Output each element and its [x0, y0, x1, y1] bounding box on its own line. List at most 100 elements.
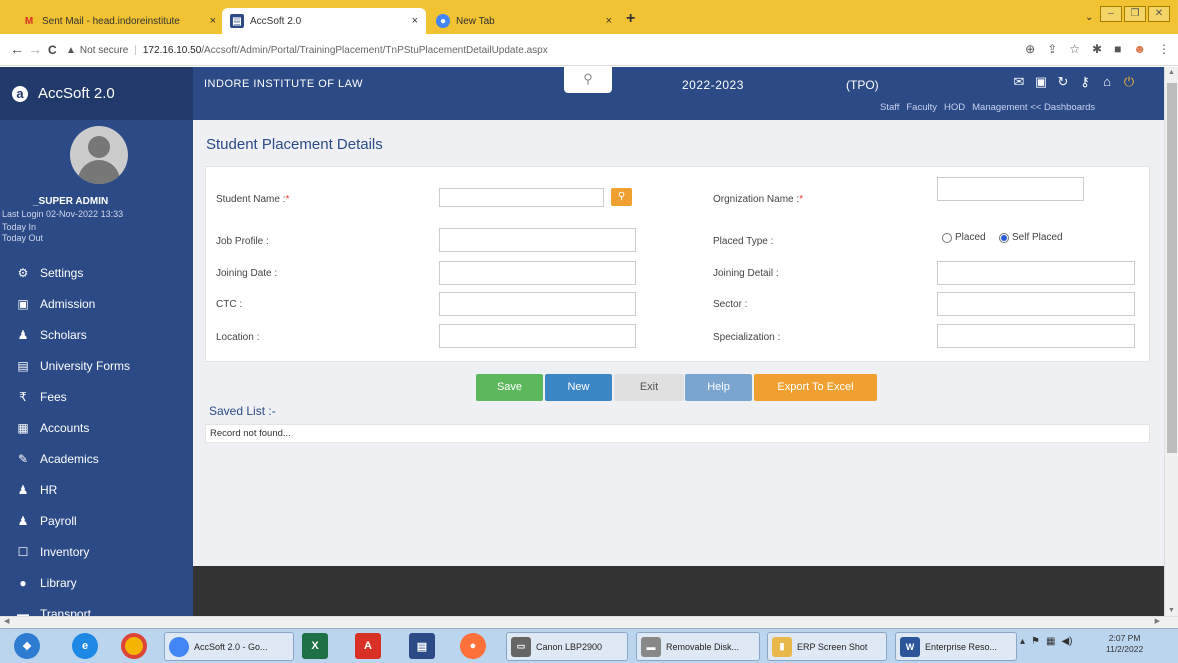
org-name-input[interactable]: [937, 177, 1084, 201]
star-icon[interactable]: ☆: [1069, 42, 1080, 56]
mail-icon[interactable]: ✉: [1011, 74, 1027, 90]
clock-date: 11/2/2022: [1106, 644, 1144, 654]
dashboard-link-faculty[interactable]: Faculty: [906, 102, 937, 113]
sidebar-item-university-forms[interactable]: ▤ University Forms: [0, 350, 193, 381]
maximize-icon[interactable]: ❐: [1124, 6, 1146, 22]
acrobat-icon[interactable]: A: [355, 633, 381, 659]
job-profile-label: Job Profile :: [216, 236, 269, 247]
extension-icon[interactable]: ✱: [1092, 42, 1102, 56]
scrollbar-thumb[interactable]: [1167, 83, 1177, 453]
close-window-icon[interactable]: ✕: [1148, 6, 1170, 22]
vertical-scrollbar[interactable]: ▲ ▼: [1164, 67, 1178, 616]
tab-new-tab[interactable]: ● New Tab ×: [428, 8, 620, 34]
url-field[interactable]: ▲ Not secure | 172.16.10.50 /Accsoft/Adm…: [66, 40, 966, 60]
student-name-input[interactable]: [439, 188, 604, 207]
joining-date-input[interactable]: [439, 261, 636, 285]
export-to-excel-button[interactable]: Export To Excel: [754, 374, 877, 401]
radio-self-placed[interactable]: Self Placed: [999, 232, 1063, 243]
key-icon[interactable]: ⚷: [1077, 74, 1093, 90]
admission-icon: ▣: [17, 296, 29, 311]
sidebar-item-library[interactable]: ● Library: [0, 567, 193, 598]
system-tray: ▴ ⚑ ▦ ◀): [1020, 636, 1072, 647]
specialization-input[interactable]: [937, 324, 1135, 348]
tab-gmail[interactable]: M Sent Mail - head.indoreinstitute ×: [14, 8, 224, 34]
sidebar-item-academics[interactable]: ✎ Academics: [0, 443, 193, 474]
save-button[interactable]: Save: [476, 374, 543, 401]
sidebar-item-inventory[interactable]: ☐ Inventory: [0, 536, 193, 567]
job-profile-input[interactable]: [439, 228, 636, 252]
new-button[interactable]: New: [545, 374, 612, 401]
scroll-left-icon[interactable]: ◀: [4, 617, 9, 625]
dashboard-link-staff[interactable]: Staff: [880, 102, 899, 113]
dashboard-link-hod[interactable]: HOD: [944, 102, 965, 113]
scroll-down-icon[interactable]: ▼: [1168, 607, 1175, 614]
brand[interactable]: a AccSoft 2.0: [0, 67, 193, 120]
horizontal-scrollbar[interactable]: ◀ ▶: [0, 616, 1178, 628]
tray-flag-icon[interactable]: ⚑: [1031, 636, 1040, 647]
sidebar-item-settings[interactable]: ⚙ Settings: [0, 257, 193, 288]
taskbar-task-word[interactable]: W Enterprise Reso...: [895, 632, 1017, 661]
sidebar-item-label: HR: [40, 482, 58, 497]
word-icon: W: [900, 636, 920, 657]
forward-button[interactable]: →: [28, 41, 42, 57]
network-icon[interactable]: ▦: [1046, 636, 1055, 647]
dashboard-links: Staff Faculty HOD Management << Dashboar…: [880, 102, 1095, 113]
ledger-icon: ▦: [17, 420, 29, 435]
tray-arrow-icon[interactable]: ▴: [1020, 636, 1025, 647]
reload-button[interactable]: C: [48, 43, 57, 57]
last-login: Last Login 02-Nov-2022 13:33: [2, 209, 124, 219]
sidebar-item-hr[interactable]: ♟ HR: [0, 474, 193, 505]
chevron-down-icon[interactable]: ⌄: [1085, 12, 1093, 23]
taskbar-task-accsoft[interactable]: AccSoft 2.0 - Go...: [164, 632, 294, 661]
sidepanel-icon[interactable]: ■: [1114, 42, 1121, 56]
accsoft-app-icon[interactable]: ▤: [409, 633, 435, 659]
firefox-icon[interactable]: ●: [460, 633, 486, 659]
joining-detail-label: Joining Detail :: [713, 268, 779, 279]
power-icon[interactable]: ⏻: [1121, 74, 1137, 90]
home-icon[interactable]: ⌂: [1099, 74, 1115, 90]
close-icon[interactable]: ×: [606, 15, 612, 27]
header-search-button[interactable]: ⚲: [564, 67, 612, 93]
tab-accsoft[interactable]: ▤ AccSoft 2.0 ×: [222, 8, 426, 34]
sidebar-item-admission[interactable]: ▣ Admission: [0, 288, 193, 319]
profile-icon[interactable]: ☻: [1133, 42, 1146, 56]
joining-detail-input[interactable]: [937, 261, 1135, 285]
sidebar-item-scholars[interactable]: ♟ Scholars: [0, 319, 193, 350]
taskbar-task-erp-screenshot[interactable]: ▮ ERP Screen Shot: [767, 632, 887, 661]
zoom-icon[interactable]: ⊕: [1025, 42, 1035, 56]
menu-icon[interactable]: ⋮: [1158, 42, 1170, 56]
exit-button[interactable]: Exit: [614, 374, 684, 401]
ctc-input[interactable]: [439, 292, 636, 316]
close-icon[interactable]: ×: [210, 15, 216, 27]
sidebar-item-accounts[interactable]: ▦ Accounts: [0, 412, 193, 443]
radio-placed[interactable]: Placed: [942, 232, 986, 243]
tab-label: AccSoft 2.0: [250, 15, 302, 27]
chrome-icon[interactable]: [121, 633, 147, 659]
drive-icon: ▬: [641, 636, 661, 657]
scroll-up-icon[interactable]: ▲: [1168, 69, 1175, 76]
start-icon[interactable]: ❖: [14, 633, 40, 659]
sidebar-item-fees[interactable]: ₹ Fees: [0, 381, 193, 412]
sector-input[interactable]: [937, 292, 1135, 316]
excel-icon[interactable]: X: [302, 633, 328, 659]
new-tab-button[interactable]: +: [626, 10, 635, 28]
ie-icon[interactable]: e: [72, 633, 98, 659]
dashboard-link-management[interactable]: Management << Dashboards: [972, 102, 1095, 113]
taskbar-task-printer[interactable]: ▭ Canon LBP2900: [506, 632, 628, 661]
scroll-right-icon[interactable]: ▶: [1155, 617, 1160, 625]
location-input[interactable]: [439, 324, 636, 348]
taskbar-clock[interactable]: 2:07 PM 11/2/2022: [1106, 633, 1143, 655]
help-button[interactable]: Help: [685, 374, 752, 401]
refresh-icon[interactable]: ↻: [1055, 74, 1071, 90]
sidebar-item-payroll[interactable]: ♟ Payroll: [0, 505, 193, 536]
volume-icon[interactable]: ◀): [1061, 636, 1072, 647]
task-label: Enterprise Reso...: [925, 641, 998, 652]
student-search-button[interactable]: ⚲: [611, 188, 632, 206]
close-icon[interactable]: ×: [412, 15, 418, 27]
minimize-icon[interactable]: –: [1100, 6, 1122, 22]
chat-icon[interactable]: ▣: [1033, 74, 1049, 90]
share-icon[interactable]: ⇪: [1047, 42, 1057, 56]
back-button[interactable]: ←: [10, 41, 24, 57]
sidebar-item-label: University Forms: [40, 358, 131, 373]
taskbar-task-removable-disk[interactable]: ▬ Removable Disk...: [636, 632, 760, 661]
